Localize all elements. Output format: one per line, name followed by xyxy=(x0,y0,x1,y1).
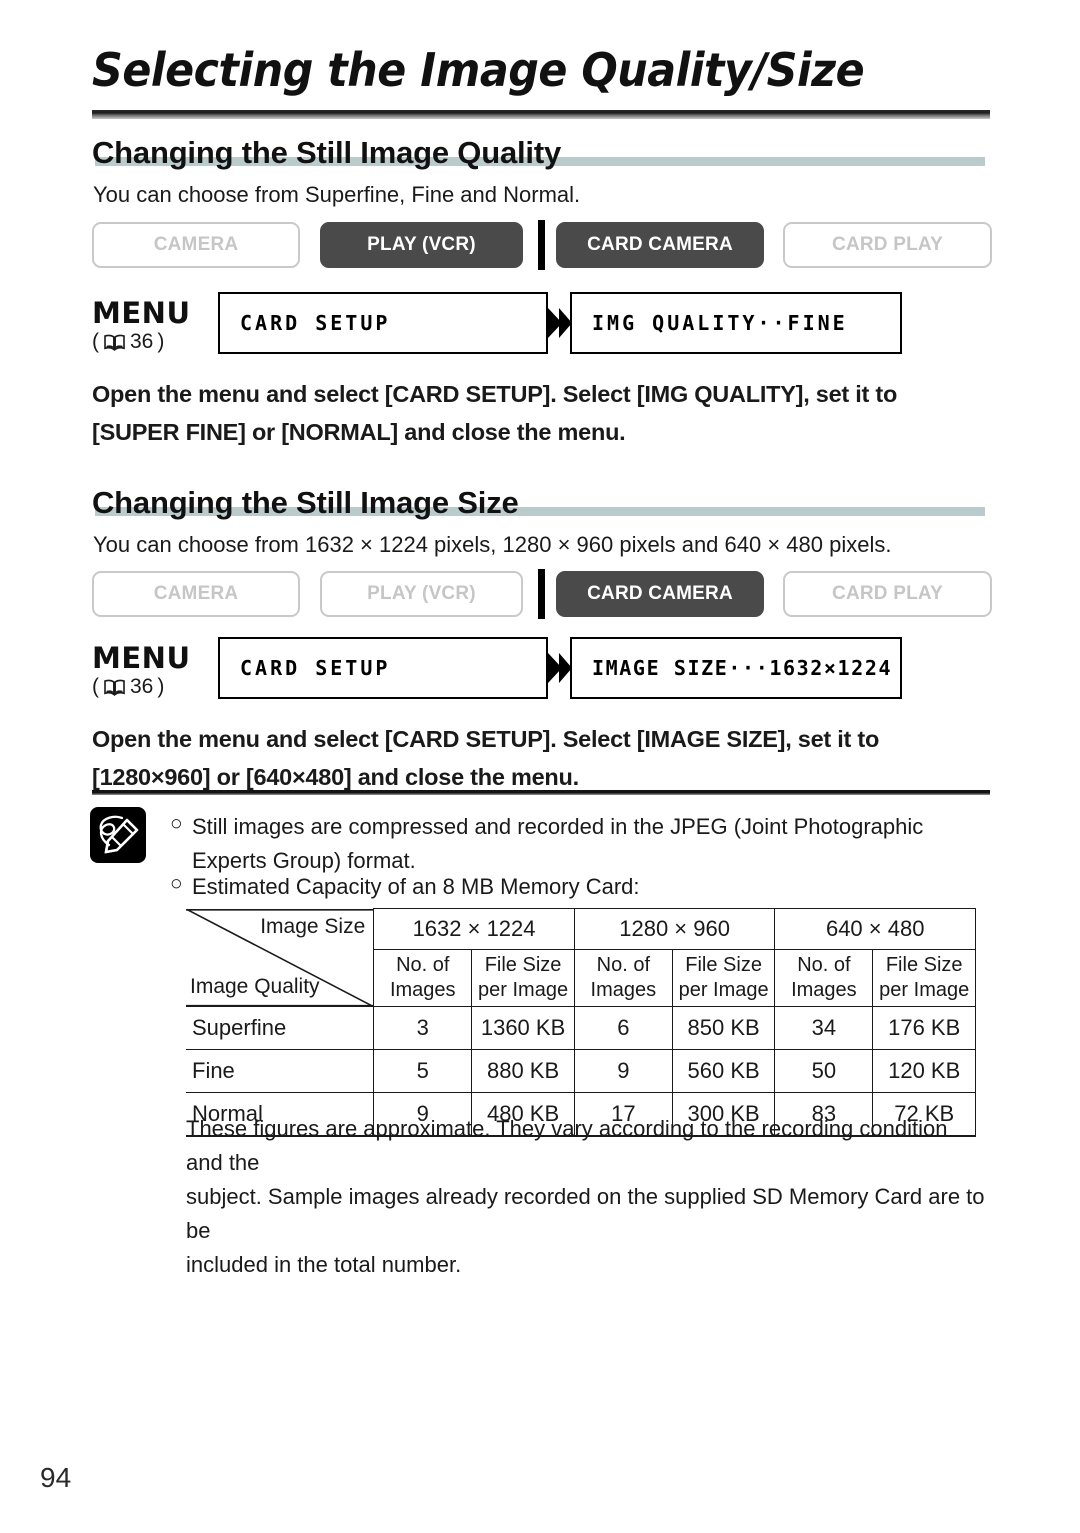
cell-sf-no-2: 34 xyxy=(774,1006,874,1050)
manual-page: Selecting the Image Quality/Size Changin… xyxy=(0,0,1080,1533)
table-size-header-0: 1632 × 1224 xyxy=(373,908,575,950)
menu-ref-close-paren-2: ) xyxy=(157,675,165,698)
footnote-line-1: These figures are approximate. They vary… xyxy=(186,1116,948,1175)
mode-row-1: CAMERA PLAY (VCR) CARD CAMERA CARD PLAY xyxy=(92,220,992,270)
menu-box-card-setup-2-text: CARD SETUP xyxy=(240,656,391,680)
mode-button-camera[interactable]: CAMERA xyxy=(92,222,300,268)
mode-button-camera-2[interactable]: CAMERA xyxy=(92,571,300,617)
sub-head-line-a: File Size xyxy=(685,954,762,976)
table-row-label-fine: Fine xyxy=(186,1049,375,1093)
note-item-1-line1: Still images are compressed and recorded… xyxy=(192,814,924,839)
footnote-line-3: included in the total number. xyxy=(186,1252,462,1277)
sub-head-line-a: No. of xyxy=(596,954,651,976)
table-corner-top-label: Image Size xyxy=(260,914,366,938)
table-sub-header-no-1: No. of Images xyxy=(573,949,673,1007)
table-footnote: These figures are approximate. They vary… xyxy=(186,1112,986,1282)
section-1-intro: You can choose from Superfine, Fine and … xyxy=(93,182,581,207)
menu-ref-page-number-2: 36 xyxy=(130,675,154,698)
cell-f-no-1: 9 xyxy=(573,1049,673,1093)
notes-divider-rule xyxy=(92,790,990,795)
footnote-line-2: subject. Sample images already recorded … xyxy=(186,1184,985,1243)
section-1-instruction-line2: [SUPER FINE] or [NORMAL] and close the m… xyxy=(92,419,626,445)
page-title: Selecting the Image Quality/Size xyxy=(92,43,865,97)
mode-button-card-camera[interactable]: CARD CAMERA xyxy=(556,222,764,268)
menu-ref-open-paren: ( xyxy=(92,330,99,353)
section-2-instruction-line1: Open the menu and select [CARD SETUP]. S… xyxy=(92,726,880,752)
mode-button-card-camera-2[interactable]: CARD CAMERA xyxy=(556,571,764,617)
sub-head-line-b: Images xyxy=(791,979,857,1001)
table-header-row-size: Image Size Image Quality 1632 × 1224 128… xyxy=(186,908,976,1007)
cell-sf-no-0: 3 xyxy=(373,1006,473,1050)
menu-box-img-quality: IMG QUALITY··FINE xyxy=(570,292,902,354)
double-chevron-right-icon-1 xyxy=(546,306,572,340)
sub-head-line-b: per Image xyxy=(879,979,970,1001)
cell-f-no-0: 5 xyxy=(373,1049,473,1093)
cell-sf-no-1: 6 xyxy=(573,1006,673,1050)
table-sub-header-fs-1: File Size per Image xyxy=(671,949,776,1007)
mode-button-play-vcr-2[interactable]: PLAY (VCR) xyxy=(320,571,523,617)
menu-box-card-setup-2: CARD SETUP xyxy=(218,637,548,699)
open-book-icon xyxy=(103,333,126,352)
cell-f-fs-2: 120 KB xyxy=(872,1049,976,1093)
cell-f-fs-0: 880 KB xyxy=(471,1049,575,1093)
table-sub-header-no-0: No. of Images xyxy=(373,949,473,1007)
cell-f-fs-1: 560 KB xyxy=(671,1049,776,1093)
menu-box-image-size-text: IMAGE SIZE···1632×1224 xyxy=(592,656,893,680)
table-row: Fine 5 880 KB 9 560 KB 50 120 KB xyxy=(186,1049,976,1093)
menu-ref-open-paren-2: ( xyxy=(92,675,99,698)
page-number: 94 xyxy=(40,1462,72,1493)
menu-box-image-size: IMAGE SIZE···1632×1224 xyxy=(570,637,902,699)
menu-ref-page-number: 36 xyxy=(130,330,154,353)
double-chevron-right-icon-2 xyxy=(546,651,572,685)
note-bullet-1: ○ xyxy=(170,812,183,835)
memo-pencil-icon xyxy=(90,807,146,863)
sub-head-line-b: per Image xyxy=(678,979,769,1001)
table-size-header-1: 1280 × 960 xyxy=(573,908,776,950)
capacity-table: Image Size Image Quality 1632 × 1224 128… xyxy=(186,908,976,1137)
menu-label-1: MENU xyxy=(92,296,191,330)
sub-head-line-b: Images xyxy=(389,979,456,1001)
mode-button-card-play-2[interactable]: CARD PLAY xyxy=(783,571,992,617)
section-2-heading: Changing the Still Image Size xyxy=(92,485,519,520)
sub-head-line-a: File Size xyxy=(484,954,562,976)
sub-head-line-b: per Image xyxy=(478,979,569,1001)
table-sub-header-fs-0: File Size per Image xyxy=(471,949,575,1007)
menu-box-img-quality-text: IMG QUALITY··FINE xyxy=(592,311,848,335)
mode-button-play-vcr[interactable]: PLAY (VCR) xyxy=(320,222,523,268)
cell-sf-fs-2: 176 KB xyxy=(872,1006,976,1050)
table-row: Superfine 3 1360 KB 6 850 KB 34 176 KB xyxy=(186,1006,976,1050)
sub-head-line-a: No. of xyxy=(797,954,851,976)
menu-page-ref-1: ( 36) xyxy=(92,330,164,354)
table-size-header-2: 640 × 480 xyxy=(774,908,976,950)
mode-group-separator xyxy=(538,220,545,270)
table-sub-header-fs-2: File Size per Image xyxy=(872,949,976,1007)
cell-f-no-2: 50 xyxy=(774,1049,874,1093)
menu-label-2: MENU xyxy=(92,641,191,675)
section-2-intro: You can choose from 1632 × 1224 pixels, … xyxy=(93,532,892,557)
mode-group-separator-2 xyxy=(538,569,545,619)
note-item-2-line1: Estimated Capacity of an 8 MB Memory Car… xyxy=(192,874,640,899)
open-book-icon-2 xyxy=(103,678,126,697)
section-1-instruction-line1: Open the menu and select [CARD SETUP]. S… xyxy=(92,381,898,407)
menu-box-card-setup-1: CARD SETUP xyxy=(218,292,548,354)
title-rule xyxy=(92,110,990,119)
table-row-label-superfine: Superfine xyxy=(186,1006,375,1050)
cell-sf-fs-0: 1360 KB xyxy=(471,1006,575,1050)
menu-ref-close-paren: ) xyxy=(157,330,165,353)
menu-page-ref-2: ( 36) xyxy=(92,675,164,699)
table-corner-cell: Image Size Image Quality xyxy=(186,908,375,1007)
menu-box-card-setup-1-text: CARD SETUP xyxy=(240,311,391,335)
mode-row-2: CAMERA PLAY (VCR) CARD CAMERA CARD PLAY xyxy=(92,569,992,619)
sub-head-line-a: File Size xyxy=(885,954,963,976)
sub-head-line-b: Images xyxy=(590,979,657,1001)
table-sub-header-no-2: No. of Images xyxy=(774,949,874,1007)
mode-button-card-play[interactable]: CARD PLAY xyxy=(783,222,992,268)
table-corner-bottom-label: Image Quality xyxy=(190,975,320,998)
note-bullet-2: ○ xyxy=(170,872,183,895)
cell-sf-fs-1: 850 KB xyxy=(671,1006,776,1050)
sub-head-line-a: No. of xyxy=(396,954,450,976)
section-1-heading: Changing the Still Image Quality xyxy=(92,135,561,170)
